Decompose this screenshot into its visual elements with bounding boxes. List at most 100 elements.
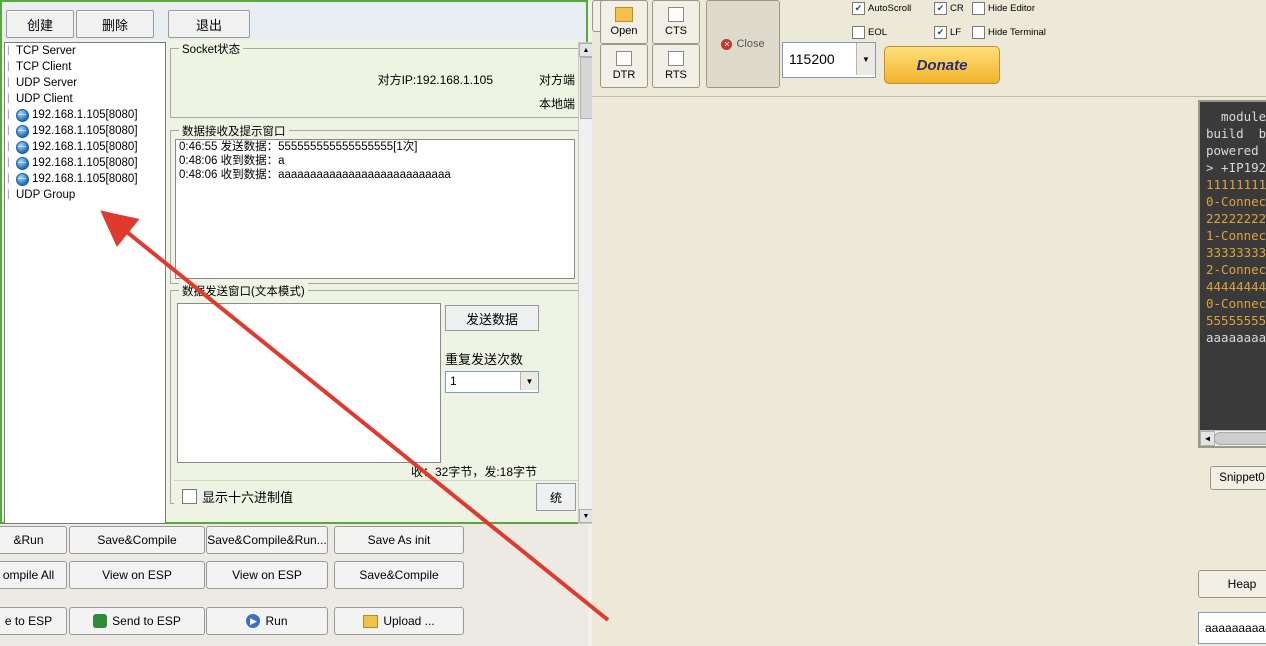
tree-item-label: 192.168.1.105[8080] [32,141,138,153]
tree-item-connection[interactable]: | 192.168.1.105[8080] [5,155,165,171]
dtr-label: DTR [612,69,636,81]
lf-checkbox[interactable] [934,26,947,39]
tree-item-connection[interactable]: | 192.168.1.105[8080] [5,123,165,139]
autoscroll-label: AutoScroll [868,3,912,14]
dtr-icon [616,51,632,66]
tree-line: | [7,109,10,120]
command-input[interactable]: aaaaaaaaaaaaaaaaaaaaaaaaaaaaaaa ▼ [1198,612,1266,644]
peer-ip-value: 对方IP:192.168.1.105 [377,73,493,87]
console-line: 1-Connect [1206,228,1266,243]
cr-checkbox[interactable] [934,2,947,15]
baud-rate-select[interactable]: 115200 ▼ [782,42,876,78]
save-as-init-button[interactable]: Save As init [334,526,464,554]
tree-line: | [7,61,10,72]
view-on-esp-button[interactable]: View on ESP [69,561,205,589]
tree-item-label: UDP Group [16,189,76,201]
close-icon: ✕ [721,38,733,50]
tree-item-udp-client[interactable]: | UDP Client [5,91,165,107]
hide-editor-checkbox[interactable] [972,2,985,15]
tree-item-connection[interactable]: | 192.168.1.105[8080] [5,107,165,123]
upload-label: Upload ... [383,614,435,628]
cts-icon [668,7,684,22]
send-textarea[interactable] [177,303,441,463]
run-button-2[interactable]: ▶ Run [206,607,328,635]
console-line: > +IP192.168.1.105 [1206,160,1266,175]
cts-button[interactable]: CTS [652,0,700,44]
open-port-button[interactable]: Open [600,0,648,44]
scroll-left-icon[interactable]: ◀ [1200,431,1215,446]
tree-item-connection[interactable]: | 192.168.1.105[8080] [5,139,165,155]
scroll-thumb[interactable] [1214,432,1266,445]
console-line: 0-Connect [1206,194,1266,209]
hide-terminal-checkbox[interactable] [972,26,985,39]
local-port-label: 本地端 [538,97,575,111]
save-compile-button-2[interactable]: Save&Compile [334,561,464,589]
create-button[interactable]: 创建 [6,10,74,38]
heap-button[interactable]: Heap [1198,570,1266,598]
exit-button[interactable]: 退出 [168,10,250,38]
close-label: Close [736,38,765,50]
console-horizontal-scrollbar[interactable]: ◀ ▶ [1200,430,1266,446]
tree-item-udp-server[interactable]: | UDP Server [5,75,165,91]
snippet-button-0[interactable]: Snippet0 [1210,466,1266,490]
upload-button[interactable]: Upload ... [334,607,464,635]
peer-port-label: 对方端 [538,73,575,87]
cr-checkbox-row[interactable]: CR [934,2,964,15]
tree-item-udp-group[interactable]: | UDP Group [5,187,165,203]
receive-group-title: 数据接收及提示窗口 [179,123,289,139]
chevron-down-icon[interactable]: ▼ [856,43,875,75]
console-line: 22222222222222222 [1206,211,1266,226]
tree-item-label: TCP Server [16,45,76,57]
hide-terminal-label: Hide Terminal [988,27,1046,38]
send-data-button[interactable]: 发送数据 [445,305,539,331]
tree-line: | [7,125,10,136]
save-compile-button[interactable]: Save&Compile [69,526,205,554]
receive-line: 0:48:06 收到数据：aaaaaaaaaaaaaaaaaaaaaaaaaaa [179,169,451,181]
scroll-up-icon[interactable]: ▲ [579,43,593,57]
autoscroll-checkbox[interactable] [852,2,865,15]
receive-textarea[interactable]: 0:46:55 发送数据：555555555555555555[1次] 0:48… [175,139,575,279]
connection-tree[interactable]: | TCP Server | TCP Client | UDP Server | UDP… [4,42,166,524]
delete-button[interactable]: 删除 [76,10,154,38]
repeat-count-select[interactable]: 1 ▼ [445,371,539,393]
console-line: aaaaaaaaaaaaaaaaaaaaaaaaaaaaaaa [1206,330,1266,345]
run-button[interactable]: &Run [0,526,67,554]
tree-item-tcp-client[interactable]: | TCP Client [5,59,165,75]
console-line: 2-Connect [1206,262,1266,277]
tree-item-connection[interactable]: | 192.168.1.105[8080] [5,171,165,187]
donate-button[interactable]: Donate [884,46,1000,84]
save-to-esp-button[interactable]: e to ESP [0,607,67,635]
tree-item-label: TCP Client [16,61,72,73]
scroll-down-icon[interactable]: ▼ [579,509,593,523]
tree-item-label: 192.168.1.105[8080] [32,109,138,121]
compile-all-button[interactable]: ompile All [0,561,67,589]
eol-checkbox-row[interactable]: EOL [852,26,887,39]
serial-console[interactable]: modules: adc,file,gpio,net,node,ow,spi,t… [1198,100,1266,448]
hex-checkbox[interactable] [182,489,197,504]
send-to-esp-button[interactable]: Send to ESP [69,607,205,635]
statistics-button[interactable]: 统 [536,483,576,511]
close-port-button[interactable]: ✕ Close [706,0,780,88]
serial-toolbar: Open CTS DTR RTS ✕ Close ↻ 115200 ▼ Dona… [592,0,1266,97]
console-line: 4444444444444444 [1206,279,1266,294]
esplorer-app: Open CTS DTR RTS ✕ Close ↻ 115200 ▼ Dona… [592,0,1266,646]
byte-counters: 收：32字节，发:18字节 [411,465,538,479]
view-on-esp-button-2[interactable]: View on ESP [206,561,328,589]
eol-checkbox[interactable] [852,26,865,39]
receive-group: 数据接收及提示窗口 0:46:55 发送数据：55555555555555555… [170,123,580,284]
save-compile-run-button[interactable]: Save&Compile&Run... [206,526,328,554]
chevron-down-icon[interactable]: ▼ [520,372,538,390]
eol-label: EOL [868,27,888,38]
rts-label: RTS [665,69,687,81]
hide-editor-checkbox-row[interactable]: Hide Editor [972,2,1035,15]
lf-checkbox-row[interactable]: LF [934,26,961,39]
cts-label: CTS [665,25,687,37]
tree-line: | [7,93,10,104]
hide-terminal-checkbox-row[interactable]: Hide Terminal [972,26,1046,39]
dtr-button[interactable]: DTR [600,44,648,88]
rts-button[interactable]: RTS [652,44,700,88]
left-toolbar: 创建 删除 退出 [2,2,586,40]
tree-item-tcp-server[interactable]: | TCP Server [5,43,165,59]
autoscroll-checkbox-row[interactable]: AutoScroll [852,2,911,15]
send-group-title: 数据发送窗口(文本模式) [179,283,308,299]
